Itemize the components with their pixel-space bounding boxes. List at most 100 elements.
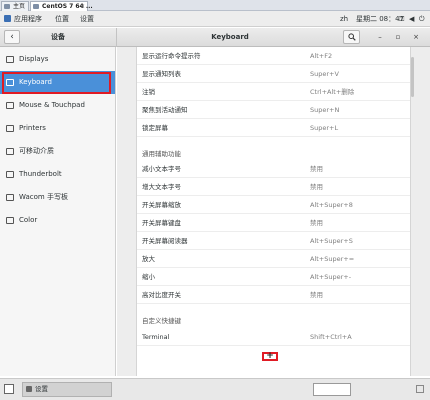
shortcut-row[interactable]: 显示运行命令提示符 Alt+F2 [137,47,410,65]
shortcut-row[interactable]: 锁定屏幕 Super+L [137,119,410,137]
shortcut-name: 增大文本字号 [142,183,181,191]
sidebar-item-label: Color [19,216,38,224]
shortcut-key: Super+L [310,124,339,132]
workspace-switcher[interactable] [313,383,351,396]
page-title: Keyboard [211,33,249,41]
section-heading-accessibility: 通用辅助功能 [142,150,181,158]
shortcut-key: 禁用 [310,219,323,227]
vm-icon [33,4,39,9]
shortcut-row[interactable]: 注销 Ctrl+Alt+删除 [137,83,410,101]
applications-label: 应用程序 [14,15,42,23]
shortcut-key: Super+N [310,106,340,114]
shortcut-name: 开关屏幕阅读器 [142,237,188,245]
sidebar-item-displays[interactable]: Displays [0,48,115,71]
scrollbar[interactable] [411,57,414,97]
shortcut-name: 缩小 [142,273,155,281]
vm-tab-strip: 主页 CentOS 7 64 ... × [0,0,430,11]
mouse-icon [6,102,14,109]
shortcut-name: 聚焦到活动通知 [142,106,188,114]
shortcut-key: Alt+Super+= [310,255,355,263]
shortcut-row[interactable]: Terminal Shift+Ctrl+A [137,328,410,346]
minimize-button[interactable]: – [374,28,386,47]
shortcut-name: 放大 [142,255,155,263]
shortcut-key: Alt+Super+- [310,273,352,281]
sidebar-item-keyboard[interactable]: Keyboard [0,71,115,94]
vm-tab-home[interactable]: 主页 [1,1,29,11]
system-tray[interactable]: ⚿ ◀ ⏻ [398,11,428,27]
sidebar-item-thunderbolt[interactable]: Thunderbolt [0,163,115,186]
shortcut-row[interactable]: 增大文本字号 禁用 [137,178,410,196]
show-desktop-icon[interactable] [4,384,14,394]
shortcut-key: Alt+F2 [310,52,333,60]
maximize-button[interactable]: ▫ [392,28,404,47]
applications-icon [4,15,11,22]
search-icon [347,33,356,41]
search-button[interactable] [343,30,360,44]
sidebar-title: 设备 [51,33,65,41]
vm-tab-centos-label: CentOS 7 64 ... [42,3,93,10]
shortcut-row[interactable]: 开关屏幕键盘 禁用 [137,214,410,232]
applications-menu[interactable]: 应用程序 [4,11,42,27]
places-menu[interactable]: 位置 [55,11,69,27]
close-icon[interactable]: × [80,2,85,11]
content-area: 显示运行命令提示符 Alt+F2 显示通知列表 Super+V 注销 Ctrl+Alt… [117,47,430,376]
settings-icon [26,386,32,392]
shortcut-key: Alt+Super+8 [310,201,353,209]
shortcut-key: Alt+Super+S [310,237,353,245]
shortcut-name: 开关屏幕键盘 [142,219,181,227]
sidebar-item-removable-media[interactable]: 可移动介质 [0,140,115,163]
tablet-icon [6,194,14,201]
sidebar-item-printers[interactable]: Printers [0,117,115,140]
shortcut-key: 禁用 [310,165,323,173]
volume-icon: ◀ [409,15,415,23]
taskbar-settings-button[interactable]: 设置 [22,382,112,397]
printer-icon [6,125,14,132]
sidebar-item-wacom[interactable]: Wacom 手写板 [0,186,115,209]
notification-icon[interactable] [416,385,424,393]
sidebar-item-label: Thunderbolt [19,170,62,178]
home-icon [4,4,10,9]
add-shortcut-button[interactable]: + [262,352,278,361]
settings-window: ‹ 设备 Keyboard – ▫ × Displays Keyboard Mo… [0,28,430,376]
sidebar-item-label: 可移动介质 [19,147,54,155]
shortcut-key: 禁用 [310,291,323,299]
shortcut-row[interactable]: 显示通知列表 Super+V [137,65,410,83]
sidebar-item-label: Wacom 手写板 [19,193,68,201]
vm-tab-centos[interactable]: CentOS 7 64 ... × [30,1,93,11]
taskbar-settings-label: 设置 [35,385,48,393]
shortcut-row[interactable]: 高对比度开关 禁用 [137,286,410,304]
thunderbolt-icon [6,171,14,178]
sidebar-item-mouse[interactable]: Mouse & Touchpad [0,94,115,117]
section-heading-custom: 自定义快捷键 [142,317,181,325]
shortcut-name: 开关屏幕缩放 [142,201,181,209]
power-icon: ⏻ [419,15,425,23]
color-icon [6,217,14,224]
sidebar: Displays Keyboard Mouse & Touchpad Print… [0,47,116,376]
close-button[interactable]: × [410,28,422,47]
sidebar-item-label: Displays [19,55,49,63]
user-label: zh [340,15,349,23]
shortcut-row[interactable]: 开关屏幕缩放 Alt+Super+8 [137,196,410,214]
shortcut-name: 锁定屏幕 [142,124,168,132]
settings-app-menu[interactable]: 设置 [80,11,94,27]
shortcut-row[interactable]: 缩小 Alt+Super+- [137,268,410,286]
media-icon [6,148,14,155]
network-icon: ⚿ [399,15,405,23]
shortcut-name: 注销 [142,88,155,96]
highlight-box [2,72,111,94]
header-bar: ‹ 设备 Keyboard – ▫ × [0,28,430,47]
bottom-panel: 设置 [0,378,430,400]
sidebar-item-color[interactable]: Color [0,209,115,232]
shortcut-row[interactable]: 聚焦到活动通知 Super+N [137,101,410,119]
sidebar-item-label: Printers [19,124,46,132]
shortcut-row[interactable]: 开关屏幕阅读器 Alt+Super+S [137,232,410,250]
vm-tab-home-label: 主页 [13,3,26,10]
gnome-top-bar: 应用程序 位置 设置 zh 星期二 08：47 ⚿ ◀ ⏻ [0,11,430,27]
shortcut-list: 显示运行命令提示符 Alt+F2 显示通知列表 Super+V 注销 Ctrl+Alt… [136,47,414,376]
shortcut-name: 减小文本字号 [142,165,181,173]
shortcut-row[interactable]: 放大 Alt+Super+= [137,250,410,268]
shortcut-key: Shift+Ctrl+A [310,333,352,341]
shortcut-row[interactable]: 减小文本字号 禁用 [137,160,410,178]
display-icon [6,56,14,63]
clock[interactable]: 星期二 08：47 [356,11,404,27]
